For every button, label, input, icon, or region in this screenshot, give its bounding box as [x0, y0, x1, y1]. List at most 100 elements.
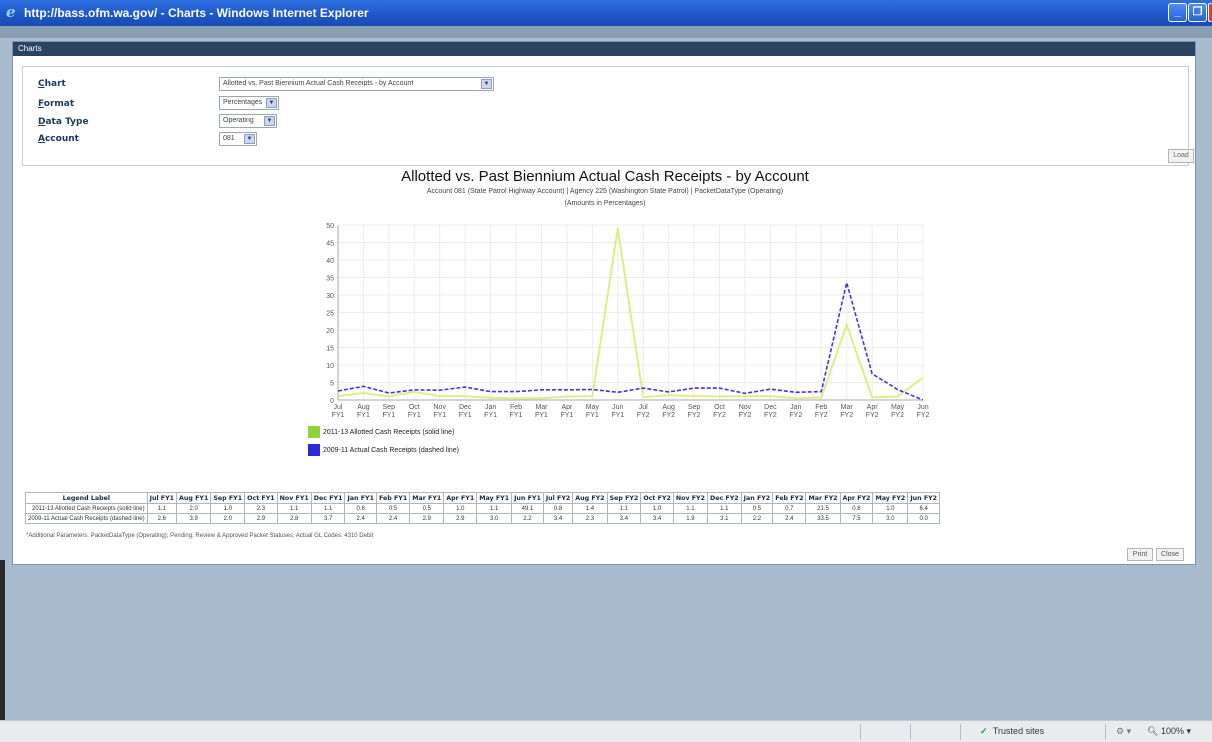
- x-tick-label: May: [891, 404, 905, 411]
- account-label: Account: [38, 134, 79, 144]
- x-tick-label-fy: FY2: [662, 412, 675, 419]
- table-cell: 1.1: [606, 503, 642, 514]
- chart-units-subtitle: (Amounts in Percentages): [564, 200, 646, 207]
- charts-dialog: Charts Chart Allotted vs. Past Biennium …: [12, 41, 1196, 565]
- x-tick-label: Jan: [790, 404, 801, 411]
- table-cell: 1.1: [276, 503, 312, 514]
- x-tick-label-fy: FY1: [560, 412, 573, 419]
- chevron-down-icon[interactable]: ▼: [244, 134, 255, 144]
- table-header-month: Jul FY1: [146, 492, 178, 504]
- table-cell: 21.5: [805, 503, 841, 514]
- account-select[interactable]: 081 ▼: [219, 132, 257, 146]
- x-tick-label-fy: FY1: [357, 412, 370, 419]
- chart-select[interactable]: Allotted vs. Past Biennium Actual Cash R…: [219, 77, 494, 91]
- protected-mode-icon[interactable]: ⚙ ▾: [1116, 726, 1131, 737]
- data-type-label: Data Type: [38, 117, 89, 127]
- y-tick-label: 5: [330, 381, 334, 388]
- x-tick-label-fy: FY2: [891, 412, 904, 419]
- chevron-down-icon[interactable]: ▼: [264, 116, 275, 126]
- security-zone[interactable]: ✓ Trusted sites: [980, 726, 1044, 737]
- y-tick-label: 15: [326, 346, 334, 353]
- table-cell: 0.7: [772, 503, 807, 514]
- x-tick-label-fy: FY1: [408, 412, 421, 419]
- account-select-value: 081: [223, 135, 235, 142]
- table-header-month: Oct FY1: [244, 492, 278, 504]
- chevron-down-icon[interactable]: ▼: [481, 79, 492, 89]
- table-cell: 1.0: [443, 503, 478, 514]
- left-edge: [0, 560, 5, 720]
- line-chart: 05101520253035404550JulFY1AugFY1SepFY1Oc…: [326, 223, 929, 419]
- table-header-month: Dec FY1: [310, 492, 346, 504]
- x-tick-label-fy: FY1: [382, 412, 395, 419]
- x-tick-label: Jan: [485, 404, 496, 411]
- chart-subtitle: Account 081 (State Patrol Highway Accoun…: [426, 188, 784, 195]
- x-tick-label-fy: FY2: [713, 412, 726, 419]
- table-cell: 49.1: [511, 503, 544, 514]
- table-header-month: Sep FY1: [210, 492, 246, 504]
- x-tick-label-fy: FY1: [433, 412, 446, 419]
- chart-label: Chart: [38, 79, 66, 89]
- table-cell: 3.4: [640, 513, 674, 524]
- table-cell: 0.0: [907, 513, 941, 524]
- table-header-row: Legend Label Jul FY1 Aug FY1 Sep FY1 Oct FY1…: [25, 492, 941, 504]
- footnote: *Additional Parameters: PacketDataType (…: [26, 533, 374, 539]
- data-type-select[interactable]: Operating ▼: [219, 114, 277, 128]
- close-window-button[interactable]: [1208, 3, 1212, 22]
- chevron-down-icon[interactable]: ▼: [266, 98, 277, 108]
- x-tick-label: Sep: [688, 404, 701, 411]
- legend-swatch-actual: [308, 444, 320, 456]
- y-tick-label: 20: [326, 328, 334, 335]
- window-title: http://bass.ofm.wa.gov/ - Charts - Windo…: [24, 6, 369, 20]
- x-tick-label-fy: FY1: [535, 412, 548, 419]
- table-header-month: Nov FY1: [276, 492, 312, 504]
- table-cell: 3.7: [310, 513, 346, 524]
- y-tick-label: 30: [326, 293, 334, 300]
- x-tick-label: Dec: [459, 404, 472, 411]
- zoom-icon: 🔍︎: [1147, 726, 1161, 736]
- x-tick-label-fy: FY2: [739, 412, 752, 419]
- table-row: 2009-11 Actual Cash Receipts (dashed lin…: [25, 513, 941, 524]
- close-button[interactable]: Close: [1156, 548, 1184, 561]
- table-cell: 0.6: [344, 503, 377, 514]
- status-separator: [960, 724, 961, 740]
- table-header-month: Jun FY2: [907, 492, 941, 504]
- print-button[interactable]: Print: [1127, 548, 1153, 561]
- x-tick-label: Aug: [662, 404, 675, 411]
- chart-select-value: Allotted vs. Past Biennium Actual Cash R…: [223, 80, 414, 87]
- table-cell: 1.9: [672, 513, 709, 524]
- x-tick-label: Feb: [815, 404, 827, 411]
- table-header-month: Feb FY2: [772, 492, 807, 504]
- table-cell: 3.9: [176, 513, 212, 524]
- y-tick-label: 35: [326, 276, 334, 283]
- chart-options-form: Chart Allotted vs. Past Biennium Actual …: [22, 66, 1194, 166]
- x-tick-label: Apr: [867, 404, 879, 411]
- table-header-month: Apr FY2: [839, 492, 874, 504]
- x-tick-label: Dec: [764, 404, 777, 411]
- table-cell: 3.0: [476, 513, 513, 524]
- table-header-month: May FY1: [476, 492, 513, 504]
- table-cell: 2.9: [244, 513, 278, 524]
- table-header-month: Mar FY2: [805, 492, 841, 504]
- x-tick-label-fy: FY1: [510, 412, 523, 419]
- maximize-button[interactable]: ❐: [1188, 3, 1207, 22]
- table-cell: 2.6: [146, 513, 178, 524]
- browser-title-bar[interactable]: e http://bass.ofm.wa.gov/ - Charts - Win…: [0, 0, 1212, 26]
- table-cell: 2.0: [176, 503, 212, 514]
- table-row: 2011-13 Allotted Cash Receipts (solid li…: [25, 503, 941, 514]
- table-cell: 2.3: [572, 513, 608, 524]
- checkmark-icon: ✓: [980, 726, 988, 736]
- zoom-control[interactable]: 🔍︎ 100% ▾: [1147, 726, 1191, 737]
- table-header-month: Jan FY1: [344, 492, 377, 504]
- table-cell: 1.0: [210, 503, 246, 514]
- minimize-button[interactable]: _: [1168, 3, 1187, 22]
- table-header-month: Dec FY2: [707, 492, 742, 504]
- table-row-label: 2009-11 Actual Cash Receipts (dashed lin…: [25, 513, 148, 524]
- table-cell: 2.2: [511, 513, 544, 524]
- legend-label-actual: 2009-11 Actual Cash Receipts (dashed lin…: [322, 446, 460, 454]
- format-select[interactable]: Percentages ▼: [219, 96, 279, 110]
- load-button[interactable]: Load: [1168, 149, 1194, 163]
- table-cell: 1.1: [146, 503, 178, 514]
- table-cell: 0.8: [839, 503, 874, 514]
- table-cell: 1.1: [707, 503, 742, 514]
- x-tick-label: Jun: [612, 404, 623, 411]
